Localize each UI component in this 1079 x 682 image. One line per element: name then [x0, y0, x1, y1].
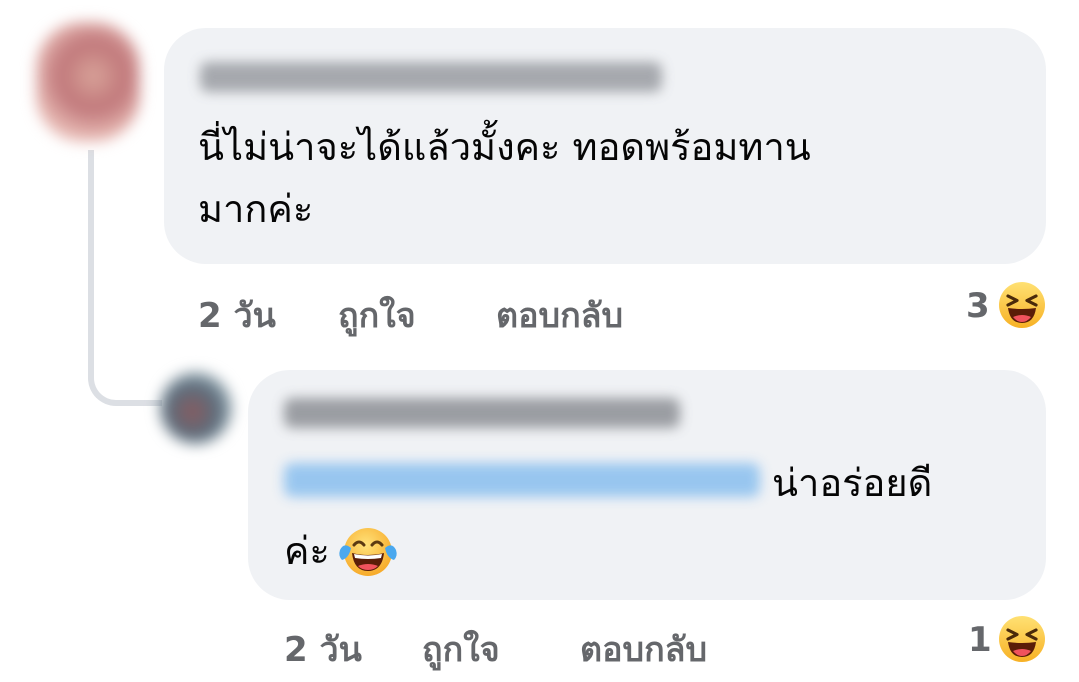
mention-link-blurred[interactable]: [284, 463, 760, 497]
commenter-avatar[interactable]: [36, 22, 140, 142]
comment-reply-button[interactable]: ตอบกลับ: [496, 288, 623, 342]
reply-like-button[interactable]: ถูกใจ: [422, 622, 500, 676]
reply-text-line-2: ค่ะ: [284, 529, 330, 573]
comment-timestamp[interactable]: 2 วัน: [198, 288, 276, 342]
replier-name-blurred[interactable]: [284, 398, 680, 428]
reply-timestamp[interactable]: 2 วัน: [284, 622, 362, 676]
haha-emoji-icon[interactable]: [998, 281, 1046, 329]
comment-text-line-1: นี่ไม่น่าจะได้แล้วมั้งคะ ทอดพร้อมทาน: [198, 125, 811, 169]
reply-text: น่าอร่อยดี: [772, 461, 933, 505]
commenter-name-blurred[interactable]: [200, 62, 662, 92]
replier-avatar[interactable]: [160, 372, 232, 444]
comment-text: นี่ไม่น่าจะได้แล้วมั้งคะ ทอดพร้อมทาน มาก…: [198, 116, 811, 240]
comment-text-line-2: มากค่ะ: [198, 187, 314, 231]
reply-thread-line: [88, 150, 162, 406]
comment-reaction-count[interactable]: 3: [966, 286, 990, 326]
reply-reaction-count[interactable]: 1: [968, 620, 992, 660]
haha-emoji-icon[interactable]: [998, 615, 1046, 663]
face-with-tears-of-joy-icon: [339, 528, 397, 576]
comment-like-button[interactable]: ถูกใจ: [338, 288, 416, 342]
reply-reply-button[interactable]: ตอบกลับ: [580, 622, 707, 676]
